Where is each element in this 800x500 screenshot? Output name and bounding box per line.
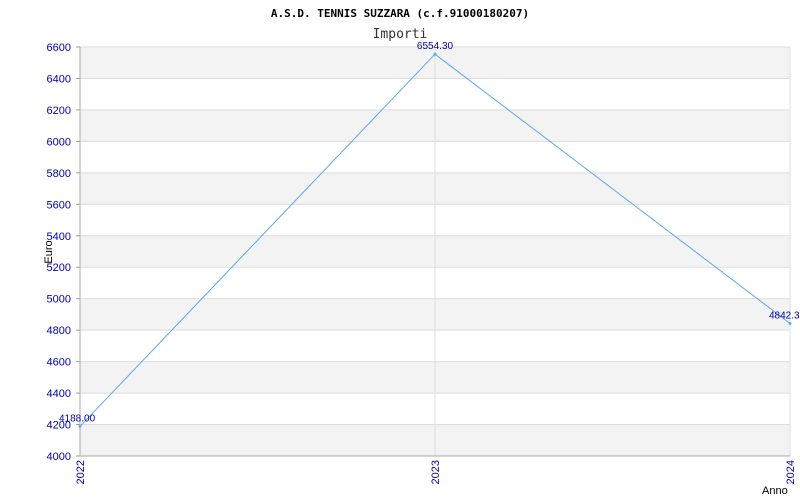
data-point — [78, 424, 82, 428]
x-tick-label: 2023 — [430, 460, 442, 484]
chart-subtitle: Importi — [373, 27, 428, 42]
y-tick-label: 5800 — [47, 168, 71, 180]
y-tick-label: 4400 — [47, 388, 71, 400]
y-tick-label: 4000 — [47, 451, 71, 463]
x-tick-labels: 2022 2023 2024 — [75, 460, 797, 484]
data-label: 4842.30 — [769, 310, 800, 321]
x-tick-label: 2024 — [785, 460, 797, 484]
y-tick-label: 6200 — [47, 105, 71, 117]
y-tick-label: 4600 — [47, 357, 71, 369]
y-tick-label: 6000 — [47, 136, 71, 148]
data-label: 6554.30 — [417, 41, 454, 52]
data-label: 4188.00 — [59, 413, 96, 424]
chart-title: A.S.D. TENNIS SUZZARA (c.f.91000180207) — [271, 7, 529, 20]
y-tick-label: 6600 — [47, 42, 71, 54]
data-point — [433, 52, 437, 56]
x-tick-label: 2022 — [75, 460, 87, 484]
y-tick-label: 6400 — [47, 73, 71, 85]
y-tick-label: 5600 — [47, 199, 71, 211]
data-point — [788, 321, 792, 325]
y-axis-label: Euro — [43, 240, 55, 263]
x-axis-label: Anno — [762, 485, 788, 497]
chart: 4000420044004600480050005200540056005800… — [43, 7, 800, 497]
y-tick-label: 5000 — [47, 294, 71, 306]
y-tick-label: 4800 — [47, 325, 71, 337]
